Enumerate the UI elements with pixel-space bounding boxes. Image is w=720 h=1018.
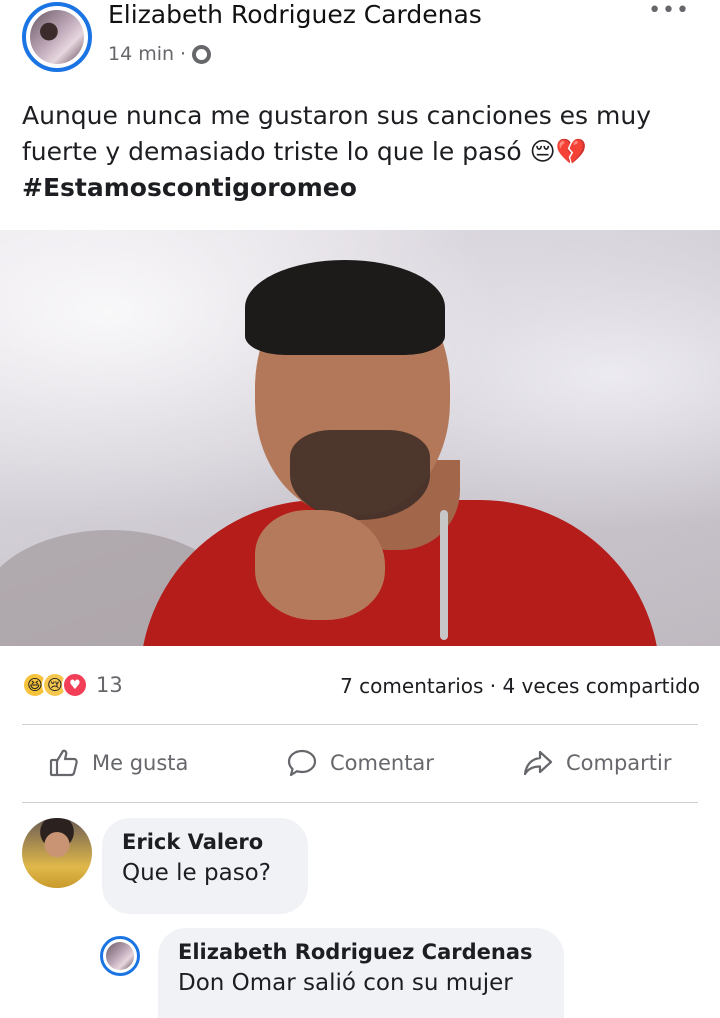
comment-button[interactable]: Comentar: [286, 747, 434, 779]
divider: [22, 724, 698, 725]
love-reaction-icon: ♥: [62, 672, 88, 698]
post-text: Aunque nunca me gustaron sus canciones e…: [22, 98, 702, 206]
comment-bubble: Erick Valero Que le paso?: [102, 818, 308, 914]
reaction-count: 13: [96, 673, 123, 697]
reaction-summary[interactable]: 😆 😢 ♥ 13: [22, 672, 123, 698]
post-photo[interactable]: [0, 230, 720, 646]
author-name[interactable]: Elizabeth Rodriguez Cardenas: [108, 0, 482, 29]
reply-text: Don Omar salió con su mujer: [178, 970, 513, 996]
commenter-avatar[interactable]: [22, 818, 92, 888]
thumbs-up-icon: [49, 749, 78, 777]
share-icon: [523, 750, 553, 776]
globe-icon: [192, 44, 212, 64]
reply-avatar-image: [106, 942, 134, 970]
commenter-name[interactable]: Erick Valero: [122, 830, 288, 854]
comment-label: Comentar: [330, 751, 434, 775]
post-stats[interactable]: 7 comentarios · 4 veces compartido: [340, 674, 700, 698]
share-button[interactable]: Compartir: [522, 747, 672, 779]
author-avatar-image: [30, 10, 84, 64]
action-bar: Me gusta Comentar Compartir: [0, 735, 720, 795]
like-button[interactable]: Me gusta: [48, 747, 188, 779]
comment-icon: [287, 749, 317, 777]
post-body-text: Aunque nunca me gustaron sus canciones e…: [22, 101, 652, 166]
like-label: Me gusta: [92, 751, 189, 775]
post-time[interactable]: 14 min: [108, 43, 174, 65]
comment-text: Que le paso?: [122, 860, 271, 886]
reply-author-name[interactable]: Elizabeth Rodriguez Cardenas: [178, 940, 544, 964]
divider: [22, 802, 698, 803]
more-options-icon[interactable]: •••: [648, 0, 690, 22]
meta-separator: ·: [180, 43, 187, 65]
author-avatar[interactable]: [22, 2, 92, 72]
post-meta: 14 min ·: [108, 43, 212, 65]
share-label: Compartir: [566, 751, 672, 775]
post-hashtag[interactable]: #Estamoscontigoromeo: [22, 170, 702, 206]
post-header: Elizabeth Rodriguez Cardenas 14 min · ••…: [0, 0, 720, 90]
reply-avatar[interactable]: [100, 936, 140, 976]
reply-bubble: Elizabeth Rodriguez Cardenas Don Omar sa…: [158, 928, 564, 1018]
